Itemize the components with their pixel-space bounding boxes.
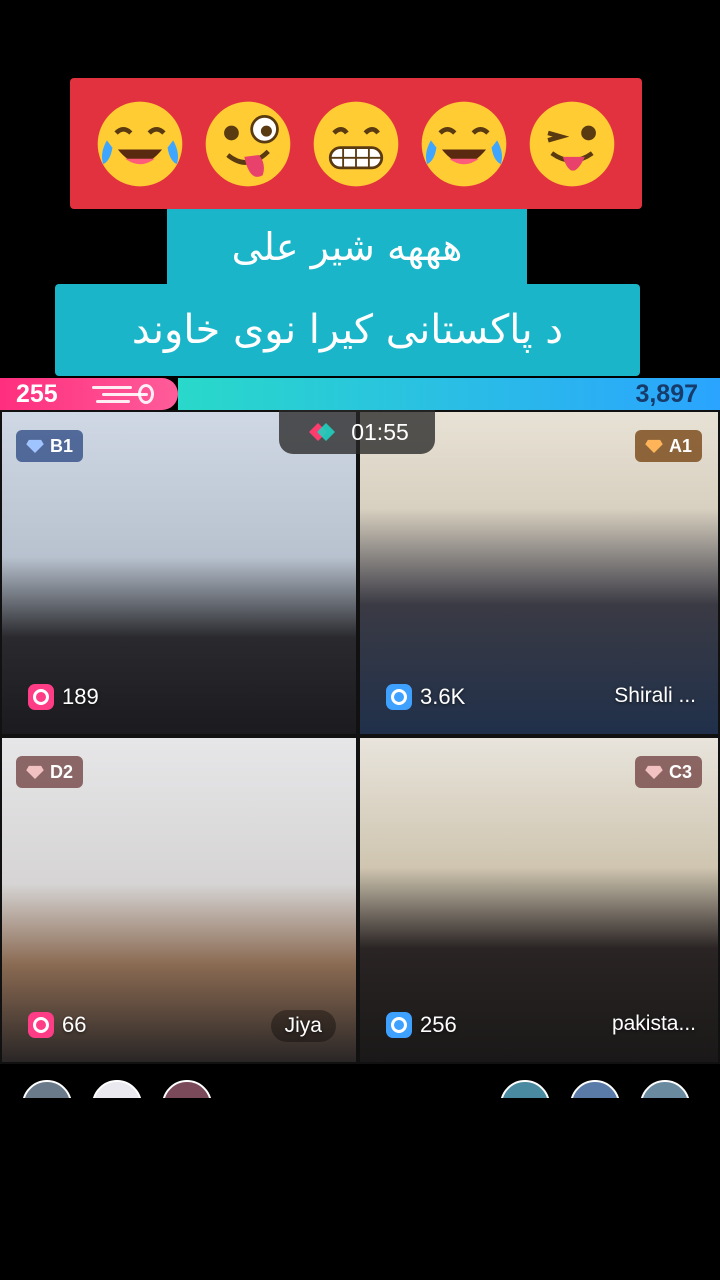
participant-tile[interactable]: A1 3.6K Shirali ...	[358, 410, 720, 736]
viewer-avatars-strip	[0, 1080, 720, 1098]
rank-badge: D2	[16, 756, 84, 788]
avatar[interactable]	[92, 1080, 142, 1098]
avatar[interactable]	[22, 1080, 72, 1098]
right-team-score: 3,897	[635, 380, 698, 408]
participant-tile[interactable]: D2 66 Jiya	[0, 736, 358, 1064]
avatar[interactable]	[640, 1080, 690, 1098]
gift-count-icon	[28, 684, 54, 710]
rank-badge: C3	[634, 756, 702, 788]
speed-lines-icon	[92, 384, 154, 404]
right-team-viewers	[500, 1080, 690, 1098]
diamond-icon	[26, 439, 44, 453]
gift-count: 3.6K	[386, 684, 465, 710]
face-with-tears-of-joy-icon	[94, 98, 186, 190]
participant-name[interactable]: Jiya	[270, 1010, 336, 1042]
gift-count: 189	[28, 684, 99, 710]
left-team-viewers	[22, 1080, 212, 1098]
avatar[interactable]	[162, 1080, 212, 1098]
caption-line-2: د پاکستانی کیرا نوی خاوند	[55, 284, 640, 376]
rank-label: B1	[50, 435, 74, 456]
diamond-icon	[26, 765, 44, 779]
grinning-face-icon	[310, 98, 402, 190]
rank-badge: B1	[16, 430, 84, 462]
gift-count-value: 189	[62, 684, 99, 709]
rank-label: D2	[50, 761, 74, 782]
zany-face-icon	[202, 98, 294, 190]
gift-count-icon	[386, 1012, 412, 1038]
emoji-banner	[70, 78, 642, 209]
live-video-grid: B1 189 A1 3.6K Shirali ... D2 66 Jiya C3…	[0, 410, 720, 1064]
face-with-tears-of-joy-icon	[418, 98, 510, 190]
participant-tile[interactable]: C3 256 pakista...	[358, 736, 720, 1064]
gift-count-value: 66	[62, 1012, 87, 1037]
participant-tile[interactable]: B1 189	[0, 410, 358, 736]
gift-count-value: 3.6K	[420, 684, 466, 709]
diamond-icon	[645, 439, 663, 453]
gift-count: 66	[28, 1012, 86, 1038]
rank-badge: A1	[634, 430, 702, 462]
diamond-icon	[645, 765, 663, 779]
gift-count-value: 256	[420, 1012, 457, 1037]
timer-value: 01:55	[351, 418, 409, 445]
avatar[interactable]	[570, 1080, 620, 1098]
battle-score-bar: 255 3,897	[0, 378, 720, 410]
participant-name[interactable]: Shirali ...	[614, 684, 696, 708]
gift-count-icon	[28, 1012, 54, 1038]
left-team-score: 255	[16, 380, 58, 408]
rank-label: C3	[668, 761, 692, 782]
left-team-score-fill: 255	[0, 378, 178, 410]
participant-name[interactable]: pakista...	[612, 1012, 696, 1036]
rank-label: A1	[668, 435, 692, 456]
winking-face-with-tongue-icon	[526, 98, 618, 190]
battle-timer: 01:55	[279, 410, 435, 454]
avatar[interactable]	[500, 1080, 550, 1098]
caption-line-1: هههه شیر علی	[167, 209, 527, 285]
gift-count: 256	[386, 1012, 457, 1038]
gift-count-icon	[386, 684, 412, 710]
battle-logo-icon	[309, 423, 336, 441]
